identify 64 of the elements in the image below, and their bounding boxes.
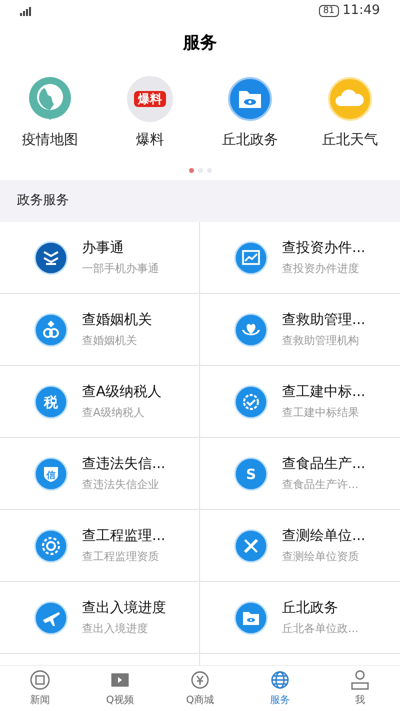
service-subtitle: 查工程监理资质 bbox=[82, 548, 160, 565]
service-tile[interactable]: 查投资办件... 查投资办件进度 bbox=[200, 222, 400, 294]
quick-link[interactable]: 丘北天气 bbox=[300, 76, 400, 150]
service-subtitle: 查出入境进度 bbox=[82, 620, 149, 637]
service-title: 丘北政务 bbox=[282, 598, 339, 618]
page-title: 服务 bbox=[183, 32, 217, 56]
service-title: 查救助管理... bbox=[282, 310, 366, 330]
signal-icon bbox=[20, 6, 31, 16]
service-subtitle: 查婚姻机关 bbox=[82, 332, 138, 349]
quick-link[interactable]: 丘北政务 bbox=[200, 76, 300, 150]
service-title: 查A级纳税人 bbox=[82, 382, 162, 402]
service-subtitle: 查食品生产许... bbox=[282, 476, 360, 493]
service-title: 查工程监理... bbox=[82, 526, 166, 546]
service-subtitle: 丘北各单位政... bbox=[282, 620, 358, 637]
folder-eye-icon bbox=[234, 600, 268, 634]
service-tile[interactable]: 丘北政务 丘北各单位政... bbox=[200, 582, 400, 654]
service-subtitle: 查测绘单位资质 bbox=[282, 548, 360, 565]
service-tile[interactable]: 查救助管理... 查救助管理机构 bbox=[200, 294, 400, 366]
service-subtitle: 一部手机办事通 bbox=[82, 260, 159, 277]
service-tile[interactable]: 信 查违法失信... 查违法失信企业 bbox=[0, 438, 200, 510]
service-subtitle: 查工建中标结果 bbox=[282, 404, 360, 421]
quick-link[interactable]: 爆料 爆料 bbox=[100, 76, 200, 150]
service-tile[interactable]: 查工程监理... 查工程监理资质 bbox=[0, 510, 200, 582]
cloud-icon bbox=[327, 76, 373, 122]
service-title: 查违法失信... bbox=[82, 454, 166, 474]
status-time: 11:49 bbox=[342, 2, 380, 20]
service-title: 查工建中标... bbox=[282, 382, 366, 402]
service-title: 查出入境进度 bbox=[82, 598, 166, 618]
glyph-icon: 税 bbox=[34, 384, 68, 418]
service-tile[interactable]: 办事通 一部手机办事通 bbox=[0, 222, 200, 294]
service-tile[interactable]: 查工建中标... 查工建中标结果 bbox=[200, 366, 400, 438]
service-subtitle: 查A级纳税人 bbox=[82, 404, 146, 421]
rings-icon bbox=[34, 312, 68, 346]
service-tile[interactable]: 税 查A级纳税人 查A级纳税人 bbox=[0, 366, 200, 438]
globe-pin-icon bbox=[27, 76, 73, 122]
service-title: 查婚姻机关 bbox=[82, 310, 152, 330]
service-tile[interactable]: S 查食品生产... 查食品生产许... bbox=[200, 438, 400, 510]
service-subtitle: 查违法失信企业 bbox=[82, 476, 160, 493]
shield-icon: 信 bbox=[34, 456, 68, 490]
tab[interactable]: Q商城 bbox=[160, 666, 240, 711]
service-subtitle: 查救助管理机构 bbox=[282, 332, 360, 349]
battery-level: 81 bbox=[319, 5, 339, 17]
service-tile[interactable]: 查婚姻机关 查婚姻机关 bbox=[0, 294, 200, 366]
tab[interactable]: 新闻 bbox=[0, 666, 80, 711]
service-title: 办事通 bbox=[82, 238, 125, 258]
service-subtitle: 查投资办件进度 bbox=[282, 260, 360, 277]
service-tile[interactable]: 查出入境进度 查出入境进度 bbox=[0, 582, 200, 654]
service-title: 查投资办件... bbox=[282, 238, 366, 258]
glyph-icon: S bbox=[234, 456, 268, 490]
service-tile[interactable]: 查测绘单位... 查测绘单位资质 bbox=[200, 510, 400, 582]
gear-icon bbox=[34, 528, 68, 562]
heart-hand-icon bbox=[234, 312, 268, 346]
text-badge-icon: 爆料 bbox=[127, 76, 173, 122]
tab[interactable]: 服务 bbox=[240, 666, 320, 711]
service-title: 查测绘单位... bbox=[282, 526, 366, 546]
service-title: 查食品生产... bbox=[282, 454, 366, 474]
gear-check-icon bbox=[234, 384, 268, 418]
folder-eye-icon bbox=[227, 76, 273, 122]
chevrons-logo-icon bbox=[34, 240, 68, 274]
chart-icon bbox=[234, 240, 268, 274]
tab[interactable]: Q视频 bbox=[80, 666, 160, 711]
quick-link[interactable]: 疫情地图 bbox=[0, 76, 100, 150]
section-title: 政务服务 bbox=[17, 192, 69, 210]
tab[interactable]: 我 bbox=[320, 666, 400, 711]
